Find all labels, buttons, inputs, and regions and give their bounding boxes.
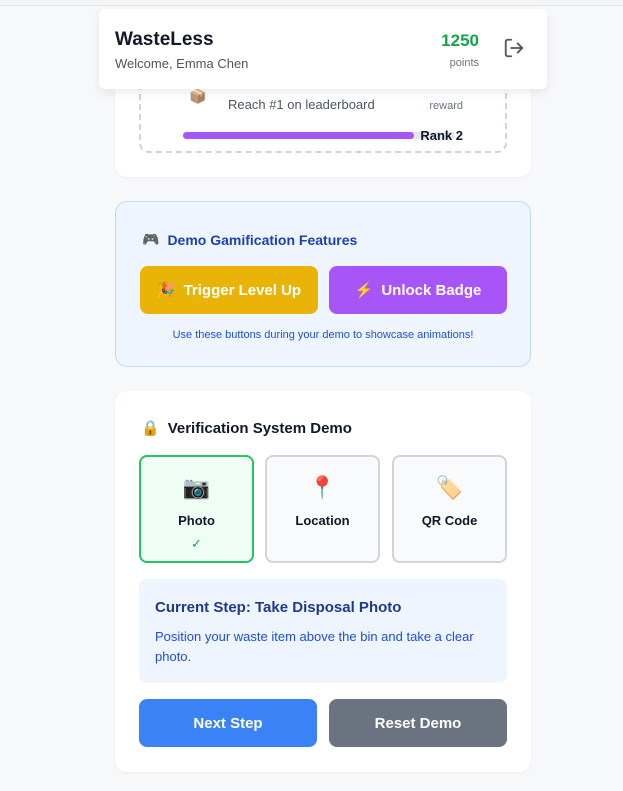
reset-demo-button[interactable]: Reset Demo: [329, 699, 507, 747]
tag-icon: 🏷️: [435, 475, 464, 500]
goal-icon: 📦: [189, 88, 207, 104]
trigger-level-up-label: Trigger Level Up: [183, 281, 302, 299]
camera-icon: 📷: [182, 475, 211, 500]
rank-label: Rank 2: [420, 128, 463, 143]
app-header: WasteLess Welcome, Emma Chen 1250 points: [99, 9, 547, 89]
browser-edge: [0, 0, 623, 6]
logout-icon[interactable]: [503, 37, 525, 59]
goal-progress-bar: [183, 132, 455, 139]
step-location[interactable]: 📍 Location: [265, 455, 380, 563]
gamepad-icon: 🎮: [142, 231, 160, 247]
points-value: 1250: [441, 31, 479, 50]
pin-icon: 📍: [308, 475, 337, 500]
unlock-badge-label: Unlock Badge: [381, 281, 482, 299]
lightning-icon: ⚡: [354, 282, 374, 299]
demo-gamification-card: 🎮 Demo Gamification Features 🎉 Trigger L…: [115, 201, 531, 367]
trigger-level-up-button[interactable]: 🎉 Trigger Level Up: [140, 266, 318, 314]
lock-icon: 🔒: [141, 420, 160, 437]
verification-title-text: Verification System Demo: [167, 419, 352, 437]
demo-note: Use these buttons during your demo to sh…: [172, 329, 474, 341]
current-step-title: Current Step: Take Disposal Photo: [155, 599, 402, 616]
welcome-text: Welcome, Emma Chen: [115, 56, 249, 71]
step-qr-code[interactable]: 🏷️ QR Code: [392, 455, 507, 563]
step-label: Location: [295, 513, 350, 528]
goal-text: Reach #1 on leaderboard: [228, 97, 375, 112]
verification-title: 🔒 Verification System Demo: [141, 419, 352, 438]
points-label: points: [449, 57, 479, 69]
reward-label: reward: [429, 100, 463, 112]
party-icon: 🎉: [156, 282, 176, 299]
verification-card: 🔒 Verification System Demo 📷 Photo ✓ 📍 L…: [115, 391, 531, 772]
unlock-badge-button[interactable]: ⚡ Unlock Badge: [329, 266, 507, 314]
demo-title: 🎮 Demo Gamification Features: [142, 231, 357, 248]
step-photo[interactable]: 📷 Photo ✓: [139, 455, 254, 563]
current-step-description: Position your waste item above the bin a…: [155, 629, 474, 664]
step-label: QR Code: [421, 513, 478, 528]
step-label: Photo: [178, 513, 215, 528]
demo-title-text: Demo Gamification Features: [167, 231, 358, 248]
check-icon: ✓: [191, 536, 202, 551]
goal-progress-fill: [183, 132, 415, 139]
current-step-panel: Current Step: Take Disposal Photo Positi…: [139, 579, 507, 683]
next-step-button[interactable]: Next Step: [139, 699, 317, 747]
app-title: WasteLess: [115, 29, 214, 50]
